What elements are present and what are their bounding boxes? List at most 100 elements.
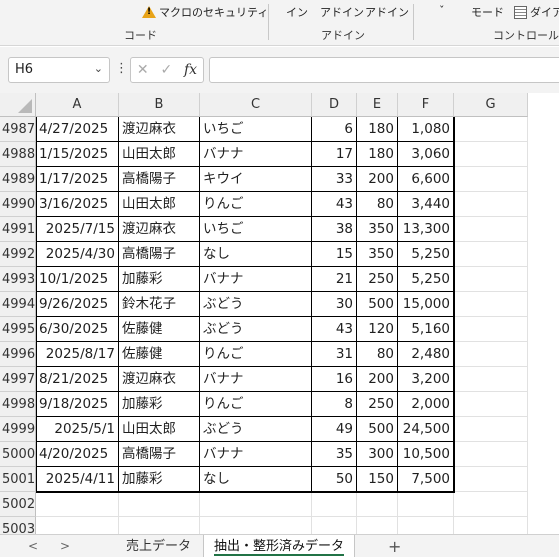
cell-d[interactable]: 8 — [312, 392, 357, 417]
cell-b[interactable]: 鈴木花子 — [119, 292, 200, 317]
cell-c[interactable] — [200, 517, 312, 534]
cell-d[interactable]: 21 — [312, 267, 357, 292]
cell-c[interactable]: いちご — [200, 117, 312, 142]
cell-b[interactable]: 佐藤健 — [119, 342, 200, 367]
cell-d[interactable]: 33 — [312, 167, 357, 192]
insert-function-icon[interactable]: fx — [184, 62, 197, 78]
addin-button[interactable]: イン — [286, 4, 308, 20]
row-header[interactable]: 4994 — [0, 292, 36, 317]
cell-f[interactable]: 3,440 — [398, 192, 454, 217]
cell-g[interactable] — [454, 117, 528, 142]
cell-f[interactable]: 6,600 — [398, 167, 454, 192]
cell-b[interactable]: 高橋陽子 — [119, 442, 200, 467]
cell-d[interactable] — [312, 517, 357, 534]
cell-a[interactable]: 4/20/2025 — [36, 442, 119, 467]
row-header[interactable]: 4991 — [0, 217, 36, 242]
cell-g[interactable] — [454, 217, 528, 242]
cell-a[interactable]: 1/17/2025 — [36, 167, 119, 192]
design-mode-button[interactable]: モード — [471, 4, 504, 20]
cell-f[interactable]: 3,200 — [398, 367, 454, 392]
excel-addin-button[interactable]: アドイン — [320, 4, 364, 20]
macro-security-button[interactable]: マクロのセキュリティ — [142, 4, 268, 20]
cell-a[interactable]: 8/21/2025 — [36, 367, 119, 392]
cell-e[interactable]: 180 — [357, 117, 398, 142]
row-header[interactable]: 4990 — [0, 192, 36, 217]
cell-b[interactable]: 山田太郎 — [119, 142, 200, 167]
cell-e[interactable]: 250 — [357, 392, 398, 417]
cell-b[interactable]: 加藤彩 — [119, 267, 200, 292]
cell-g[interactable] — [454, 417, 528, 442]
add-sheet-button[interactable]: + — [388, 537, 401, 556]
cell-a[interactable]: 2025/8/17 — [36, 342, 119, 367]
cell-f[interactable]: 2,000 — [398, 392, 454, 417]
cell-c[interactable]: りんご — [200, 192, 312, 217]
cell-d[interactable]: 43 — [312, 317, 357, 342]
column-header-a[interactable]: A — [36, 93, 119, 117]
cell-b[interactable]: 佐藤健 — [119, 317, 200, 342]
cell-f[interactable]: 2,480 — [398, 342, 454, 367]
cell-d[interactable]: 50 — [312, 467, 357, 492]
cell-f[interactable]: 10,500 — [398, 442, 454, 467]
cell-a[interactable]: 2025/5/1 — [36, 417, 119, 442]
cell-e[interactable]: 350 — [357, 217, 398, 242]
cell-g[interactable] — [454, 342, 528, 367]
cell-b[interactable]: 山田太郎 — [119, 192, 200, 217]
cell-c[interactable]: キウイ — [200, 167, 312, 192]
cell-f[interactable]: 1,080 — [398, 117, 454, 142]
cell-c[interactable]: なし — [200, 467, 312, 492]
cell-a[interactable] — [36, 492, 119, 517]
cell-c[interactable]: りんご — [200, 392, 312, 417]
cell-c[interactable]: バナナ — [200, 142, 312, 167]
row-header[interactable]: 5002 — [0, 492, 36, 517]
cell-a[interactable] — [36, 517, 119, 534]
row-header[interactable]: 4997 — [0, 367, 36, 392]
cell-d[interactable]: 15 — [312, 242, 357, 267]
cell-a[interactable]: 1/15/2025 — [36, 142, 119, 167]
cell-c[interactable]: ぶどう — [200, 417, 312, 442]
row-header[interactable]: 4988 — [0, 142, 36, 167]
column-header-g[interactable]: G — [454, 93, 528, 117]
cell-d[interactable]: 17 — [312, 142, 357, 167]
cell-g[interactable] — [454, 467, 528, 492]
cell-b[interactable]: 渡辺麻衣 — [119, 217, 200, 242]
cell-d[interactable]: 38 — [312, 217, 357, 242]
column-header-f[interactable]: F — [398, 93, 454, 117]
cell-f[interactable]: 3,060 — [398, 142, 454, 167]
cell-f[interactable]: 15,000 — [398, 292, 454, 317]
cell-a[interactable]: 9/26/2025 — [36, 292, 119, 317]
cell-c[interactable]: バナナ — [200, 442, 312, 467]
cell-e[interactable]: 80 — [357, 342, 398, 367]
cell-b[interactable]: 渡辺麻衣 — [119, 367, 200, 392]
row-header[interactable]: 5003 — [0, 517, 36, 534]
cell-g[interactable] — [454, 392, 528, 417]
com-addin-button[interactable]: アドイン — [365, 4, 409, 20]
cell-a[interactable]: 3/16/2025 — [36, 192, 119, 217]
cell-d[interactable]: 43 — [312, 192, 357, 217]
cell-e[interactable]: 500 — [357, 292, 398, 317]
cell-g[interactable] — [454, 142, 528, 167]
row-header[interactable]: 4989 — [0, 167, 36, 192]
cell-g[interactable] — [454, 492, 528, 517]
more-options-icon[interactable]: ⋮ — [115, 61, 128, 76]
chevron-down-icon[interactable]: ⌄ — [94, 62, 103, 75]
row-header[interactable]: 5000 — [0, 442, 36, 467]
cell-d[interactable]: 35 — [312, 442, 357, 467]
cell-g[interactable] — [454, 292, 528, 317]
row-header[interactable]: 4987 — [0, 117, 36, 142]
cell-g[interactable] — [454, 167, 528, 192]
cell-a[interactable]: 9/18/2025 — [36, 392, 119, 417]
column-header-e[interactable]: E — [357, 93, 398, 117]
cell-e[interactable]: 200 — [357, 367, 398, 392]
column-header-c[interactable]: C — [200, 93, 312, 117]
cell-c[interactable]: バナナ — [200, 267, 312, 292]
cell-a[interactable]: 10/1/2025 — [36, 267, 119, 292]
select-all-corner[interactable] — [0, 93, 36, 117]
row-header[interactable]: 4996 — [0, 342, 36, 367]
cell-e[interactable] — [357, 517, 398, 534]
cell-b[interactable]: 山田太郎 — [119, 417, 200, 442]
worksheet-grid[interactable]: A B C D E F G 4987 4/27/2025 渡辺麻衣 いちご 6 180 1,080 4988… — [0, 93, 559, 534]
cell-d[interactable] — [312, 492, 357, 517]
row-header[interactable]: 4992 — [0, 242, 36, 267]
cell-e[interactable]: 300 — [357, 442, 398, 467]
row-header[interactable]: 5001 — [0, 467, 36, 492]
